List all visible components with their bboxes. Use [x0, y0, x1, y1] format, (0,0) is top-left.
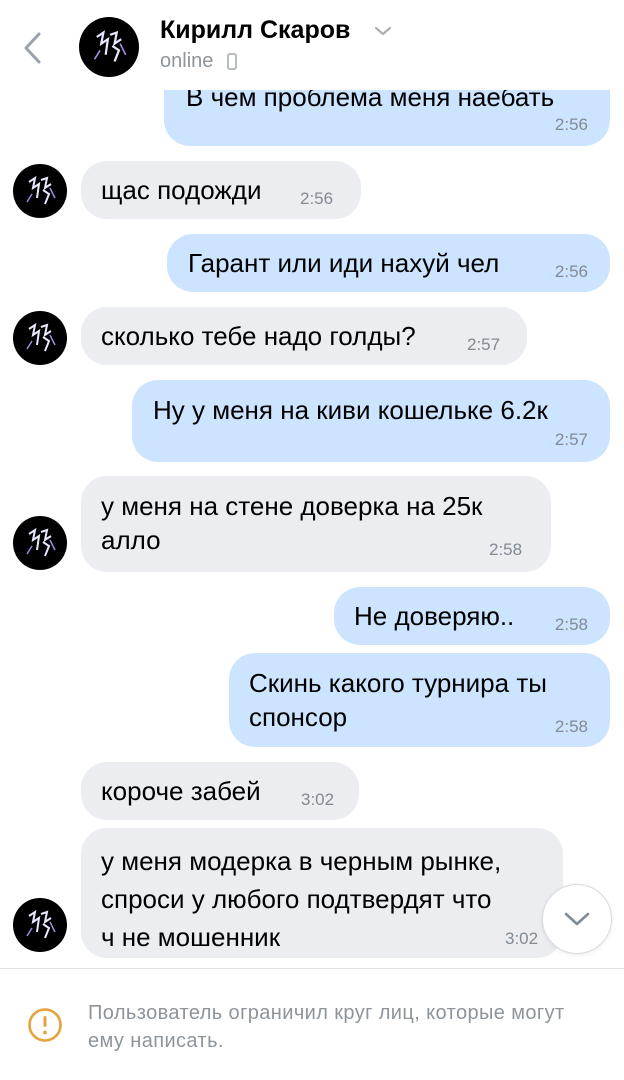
avatar-logo-icon: [26, 322, 56, 352]
message-text: Не доверяю..: [354, 601, 515, 631]
message-time: 2:57: [467, 335, 501, 354]
contact-avatar[interactable]: [79, 17, 139, 77]
message-text: щас подожди: [101, 175, 262, 205]
contact-avatar[interactable]: [13, 898, 67, 952]
contact-name[interactable]: Кирилл Скаров: [160, 16, 350, 45]
message-bubble-incoming[interactable]: у меня модерка в черным рынке, спроси у …: [81, 828, 563, 958]
message-bubble-outgoing[interactable]: Ну у меня на киви кошельке 6.2к 2:57: [132, 380, 610, 462]
message-time: 2:58: [554, 717, 588, 736]
message-time: 2:56: [554, 262, 588, 281]
back-button[interactable]: [14, 26, 50, 70]
contact-avatar[interactable]: [13, 164, 67, 218]
message-bubble-outgoing[interactable]: Гарант или иди нахуй чел 2:56: [167, 234, 610, 292]
message-bubble-incoming[interactable]: у меня на стене доверка на 25к алло 2:58: [81, 476, 551, 572]
warning-circle-icon: [27, 1007, 63, 1048]
message-text: сколько тебе надо голды?: [101, 321, 416, 351]
restriction-notice-text: Пользователь ограничил круг лиц, которые…: [88, 1002, 565, 1052]
message-list[interactable]: В чем проблема меня наебать 2:56 щас под…: [0, 0, 624, 968]
scroll-down-button[interactable]: [542, 884, 612, 954]
message-text: Гарант или иди нахуй чел: [188, 248, 500, 278]
message-time: 2:57: [554, 430, 588, 449]
message-bubble-outgoing[interactable]: Не доверяю.. 2:58: [334, 587, 610, 645]
message-time: 3:02: [301, 790, 335, 809]
write-restriction-notice: Пользователь ограничил круг лиц, которые…: [0, 968, 624, 1080]
message-text: Ну у меня на киви кошельке 6.2к: [153, 395, 548, 425]
contact-avatar[interactable]: [13, 516, 67, 570]
message-time: 2:56: [300, 189, 334, 208]
avatar-logo-icon: [26, 527, 56, 557]
chevron-down-icon: [564, 912, 590, 926]
phone-icon: [227, 53, 237, 70]
online-status: online: [160, 50, 214, 72]
message-text: у меня модерка в черным рынке, спроси у …: [101, 846, 502, 952]
message-bubble-incoming[interactable]: сколько тебе надо голды? 2:57: [81, 307, 527, 365]
message-time: 2:58: [554, 615, 588, 634]
message-text: Скинь какого турнира ты спонсор: [249, 668, 547, 732]
chevron-down-icon[interactable]: [373, 24, 393, 42]
avatar-logo-icon: [26, 909, 56, 939]
message-bubble-incoming[interactable]: щас подожди 2:56: [81, 161, 361, 219]
chat-header: Кирилл Скаров online: [0, 0, 624, 90]
message-text: короче забей: [101, 776, 261, 806]
chevron-left-icon: [24, 32, 41, 64]
message-time: 3:02: [505, 929, 539, 948]
message-time: 2:58: [489, 540, 523, 559]
message-bubble-outgoing[interactable]: Скинь какого турнира ты спонсор 2:58: [229, 653, 610, 747]
message-text: у меня на стене доверка на 25к алло: [101, 491, 483, 555]
avatar-logo-icon: [93, 30, 127, 62]
message-bubble-incoming[interactable]: короче забей 3:02: [81, 762, 359, 820]
message-time: 2:56: [554, 115, 588, 134]
avatar-logo-icon: [26, 175, 56, 205]
contact-avatar[interactable]: [13, 311, 67, 365]
